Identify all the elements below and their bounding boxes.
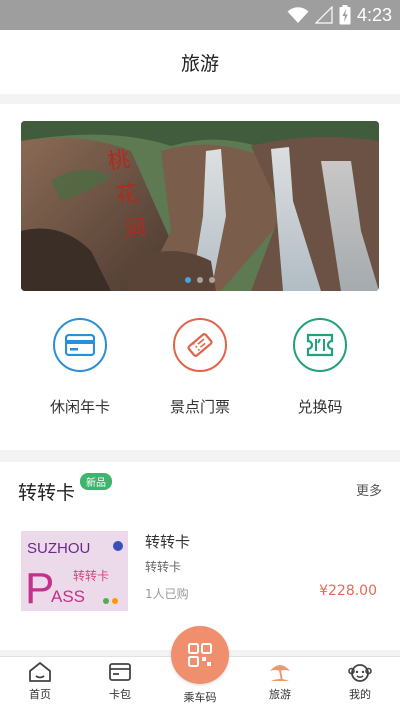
battery-icon xyxy=(339,5,351,25)
shortcut-label: 休闲年卡 xyxy=(49,398,110,416)
status-time: 4:23 xyxy=(356,4,392,25)
ticket-icon xyxy=(173,318,227,372)
shortcut-annual-card[interactable]: 休闲年卡 xyxy=(25,318,135,417)
thumb-text-bottom: ASS xyxy=(51,587,85,606)
wifi-icon xyxy=(287,7,309,23)
banner-section: 桃 花 涧 休闲年卡 景点门票 兑换码 xyxy=(0,104,400,450)
tab-mine[interactable]: 我的 xyxy=(320,657,400,710)
page-header: 旅游 xyxy=(0,30,400,94)
tab-wallet[interactable]: 卡包 xyxy=(80,657,160,710)
banner-carved-char-2: 花 xyxy=(114,181,139,209)
beach-umbrella-icon xyxy=(270,665,290,682)
section-title: 转转卡 xyxy=(18,482,76,504)
shortcut-redeem-code[interactable]: 兑换码 xyxy=(265,318,375,417)
banner-carved-char-1: 桃 xyxy=(106,147,131,175)
more-link[interactable]: 更多 xyxy=(356,480,382,499)
banner-carousel[interactable]: 桃 花 涧 xyxy=(21,121,379,291)
product-sold-count: 1人已购 xyxy=(145,587,189,601)
banner-carved-char-3: 涧 xyxy=(122,215,147,243)
qr-code-icon xyxy=(188,643,212,667)
wallet-icon xyxy=(109,663,131,681)
thumb-letter: P xyxy=(25,564,54,611)
section-header: 转转卡 新品 更多 xyxy=(18,473,382,506)
ride-code-button[interactable] xyxy=(171,626,229,684)
shortcut-label: 景点门票 xyxy=(169,398,230,416)
shortcut-label: 兑换码 xyxy=(297,398,343,416)
thumb-text-top: SUZHOU xyxy=(27,540,90,557)
waterfall-scenery-photo: 桃 花 涧 xyxy=(21,121,379,291)
thumb-brand: 转转卡 xyxy=(73,568,109,583)
home-icon xyxy=(29,662,51,682)
tab-label: 乘车码 xyxy=(183,691,217,704)
tab-label: 旅游 xyxy=(269,688,291,701)
tab-label: 我的 xyxy=(349,688,371,701)
tab-travel[interactable]: 旅游 xyxy=(240,657,320,710)
tab-label: 卡包 xyxy=(109,688,131,701)
product-thumbnail: SUZHOU P ASS 转转卡 xyxy=(21,531,128,611)
tab-home[interactable]: 首页 xyxy=(0,657,80,710)
carousel-dots xyxy=(21,277,379,283)
product-price: ¥228.00 xyxy=(319,583,377,599)
redeem-code-icon xyxy=(293,318,347,372)
status-indicators: 4:23 xyxy=(287,4,392,26)
status-bar: 4:23 xyxy=(0,0,400,30)
signal-icon xyxy=(314,6,333,24)
product-item[interactable]: SUZHOU P ASS 转转卡 转转卡 转转卡 1人已购 ¥228.00 xyxy=(21,531,379,613)
product-name: 转转卡 xyxy=(145,533,191,551)
shortcut-scenic-tickets[interactable]: 景点门票 xyxy=(145,318,255,417)
page-title: 旅游 xyxy=(180,52,219,75)
carousel-dot-2[interactable] xyxy=(197,277,203,283)
product-subtitle: 转转卡 xyxy=(145,560,182,574)
new-badge: 新品 xyxy=(80,473,112,490)
zhuanzhuan-card-section: 转转卡 新品 更多 SUZHOU P ASS 转转卡 转转卡 转转卡 1人已购 … xyxy=(0,462,400,650)
tab-label: 首页 xyxy=(29,688,51,701)
card-icon xyxy=(53,318,107,372)
monkey-face-icon xyxy=(348,664,372,682)
shortcut-grid: 休闲年卡 景点门票 兑换码 xyxy=(0,318,400,417)
carousel-dot-1[interactable] xyxy=(185,277,191,283)
carousel-dot-3[interactable] xyxy=(209,277,215,283)
